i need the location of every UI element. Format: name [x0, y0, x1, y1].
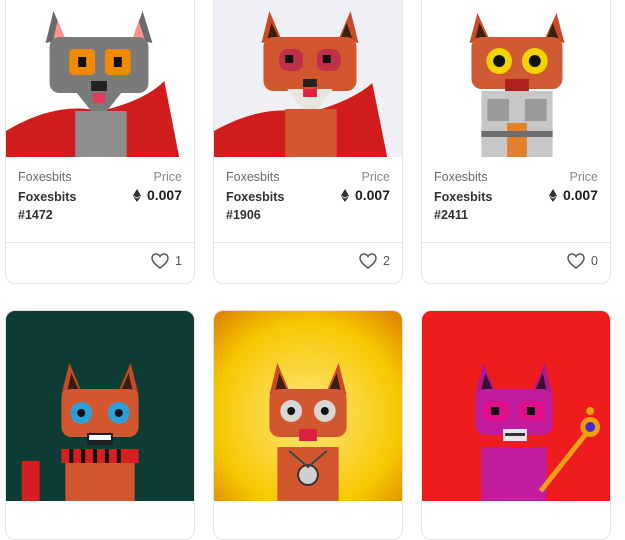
collection-name[interactable]: Foxesbits [18, 170, 72, 184]
ethereum-icon [548, 188, 557, 202]
price-amount: 0.007 [146, 187, 182, 203]
like-count: 2 [383, 254, 390, 268]
nft-name[interactable]: Foxesbits #1906 [226, 188, 306, 224]
nft-card-info: Foxesbits Foxesbits #2411 Price 0.007 [422, 157, 610, 243]
price-value: 0.007 [340, 187, 390, 203]
nft-card[interactable] [213, 310, 403, 540]
price-amount: 0.007 [354, 187, 390, 203]
collection-name[interactable]: Foxesbits [226, 170, 280, 184]
nft-name[interactable]: Foxesbits #2411 [434, 188, 514, 224]
nft-image[interactable] [6, 0, 194, 157]
like-count: 0 [591, 254, 598, 268]
nft-name[interactable]: Foxesbits #1472 [18, 188, 98, 224]
nft-card-info: Foxesbits Foxesbits #1906 Price 0.007 [214, 157, 402, 243]
price-amount: 0.007 [562, 187, 598, 203]
price-value: 0.007 [548, 187, 598, 203]
ethereum-icon [340, 188, 349, 202]
nft-card[interactable]: Foxesbits Foxesbits #2411 Price 0.007 0 [421, 0, 611, 284]
like-button[interactable]: 2 [359, 253, 390, 269]
like-button[interactable]: 1 [151, 253, 182, 269]
price-label: Price [153, 170, 182, 184]
price-label: Price [361, 170, 390, 184]
nft-card[interactable]: Foxesbits Foxesbits #1906 Price 0.007 2 [213, 0, 403, 284]
heart-icon [567, 253, 585, 269]
nft-image[interactable] [214, 0, 402, 157]
price-value: 0.007 [132, 187, 182, 203]
heart-icon [151, 253, 169, 269]
nft-image[interactable] [422, 0, 610, 157]
like-button[interactable]: 0 [567, 253, 598, 269]
nft-image[interactable] [6, 311, 194, 501]
heart-icon [359, 253, 377, 269]
nft-image[interactable] [214, 311, 402, 501]
nft-card[interactable] [5, 310, 195, 540]
nft-card[interactable] [421, 310, 611, 540]
nft-image[interactable] [422, 311, 610, 501]
price-label: Price [569, 170, 598, 184]
collection-name[interactable]: Foxesbits [434, 170, 488, 184]
ethereum-icon [132, 188, 141, 202]
nft-card[interactable]: Foxesbits Foxesbits #1472 Price 0.007 1 [5, 0, 195, 284]
like-count: 1 [175, 254, 182, 268]
nft-card-info: Foxesbits Foxesbits #1472 Price 0.007 [6, 157, 194, 243]
